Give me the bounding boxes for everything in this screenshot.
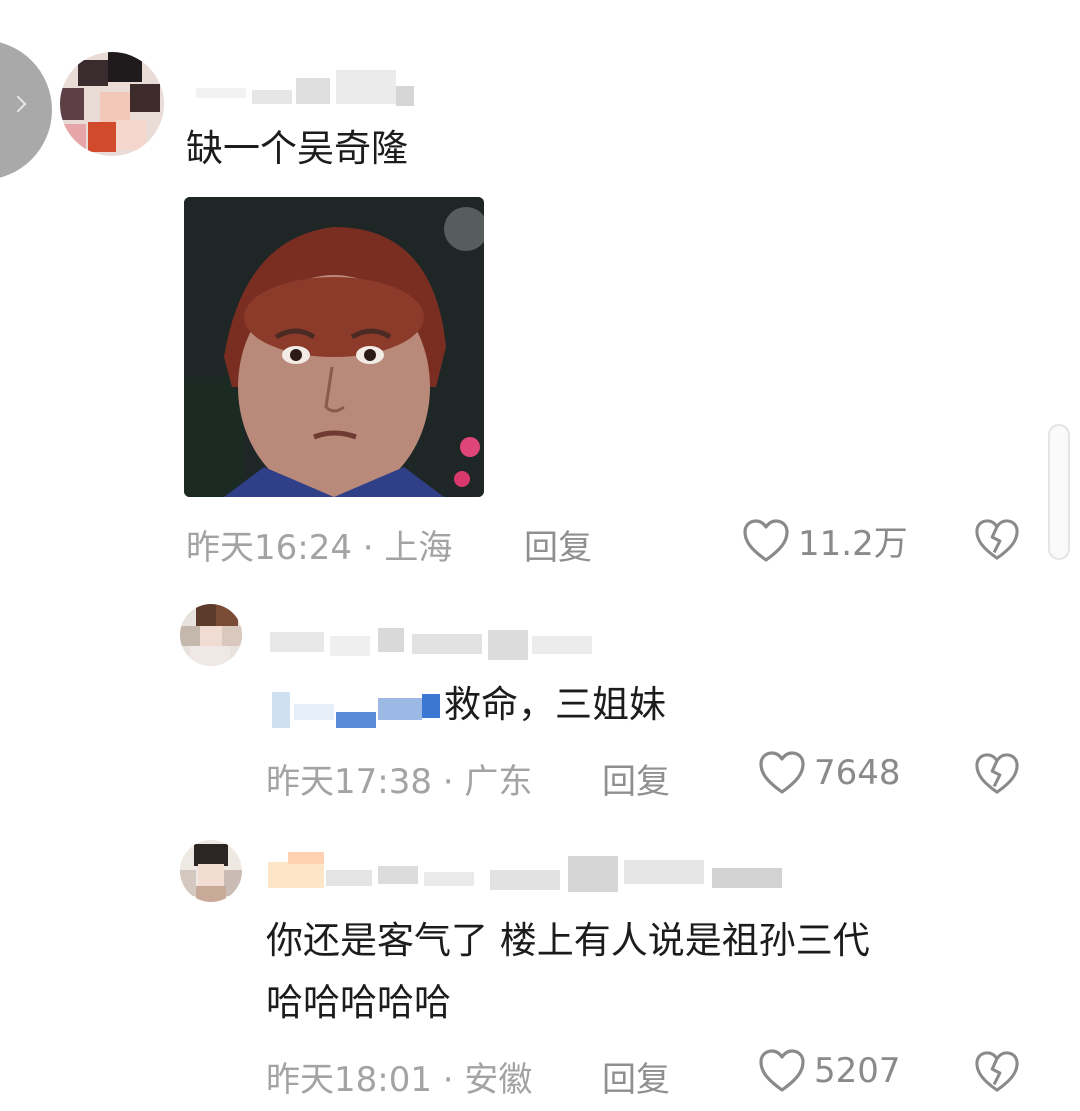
comment-text-line-1: 你还是客气了 楼上有人说是祖孙三代: [266, 919, 870, 962]
username-blurred[interactable]: [270, 628, 610, 662]
chevron-right-icon: [9, 95, 27, 113]
mention-blurred[interactable]: [272, 686, 442, 732]
username-blurred[interactable]: [268, 852, 812, 896]
comment-sticker-image[interactable]: [184, 197, 484, 497]
username-blurred[interactable]: [196, 70, 426, 106]
like-count: 11.2万: [798, 524, 908, 564]
comment-thread: 缺一个吴奇隆 昨天16:24 · 上海 回复 11.2万 救命，三姐妹 昨天17…: [0, 0, 1080, 1111]
scrollbar[interactable]: [1048, 424, 1070, 560]
reply-button[interactable]: 回复: [602, 1052, 670, 1101]
dislike-button[interactable]: [974, 518, 1020, 566]
avatar[interactable]: [180, 840, 242, 902]
heart-icon: [759, 751, 805, 794]
broken-heart-icon: [975, 753, 1019, 794]
back-tab[interactable]: [0, 40, 52, 180]
face-photo: [184, 197, 484, 497]
comment-text: 救命，三姐妹: [444, 683, 666, 726]
comment-timestamp-location: 昨天16:24 · 上海: [186, 528, 453, 568]
broken-heart-icon: [975, 1051, 1019, 1092]
dislike-button[interactable]: [974, 752, 1020, 800]
like-button[interactable]: 5207: [758, 1048, 901, 1094]
heart-icon: [743, 518, 789, 562]
broken-heart-icon: [975, 519, 1019, 560]
like-button[interactable]: 11.2万: [742, 516, 908, 565]
comment-text-line-2: 哈哈哈哈哈: [266, 981, 451, 1024]
avatar[interactable]: [180, 604, 242, 666]
comment-timestamp-location: 昨天18:01 · 安徽: [266, 1060, 533, 1100]
reply-button[interactable]: 回复: [602, 754, 670, 803]
heart-icon: [759, 1049, 805, 1092]
like-count: 5207: [814, 1051, 901, 1091]
reply-button[interactable]: 回复: [524, 520, 592, 569]
like-button[interactable]: 7648: [758, 750, 901, 796]
avatar[interactable]: [60, 52, 164, 156]
dislike-button[interactable]: [974, 1050, 1020, 1098]
comment-text: 缺一个吴奇隆: [186, 127, 408, 170]
comment-timestamp-location: 昨天17:38 · 广东: [266, 762, 533, 802]
like-count: 7648: [814, 753, 901, 793]
